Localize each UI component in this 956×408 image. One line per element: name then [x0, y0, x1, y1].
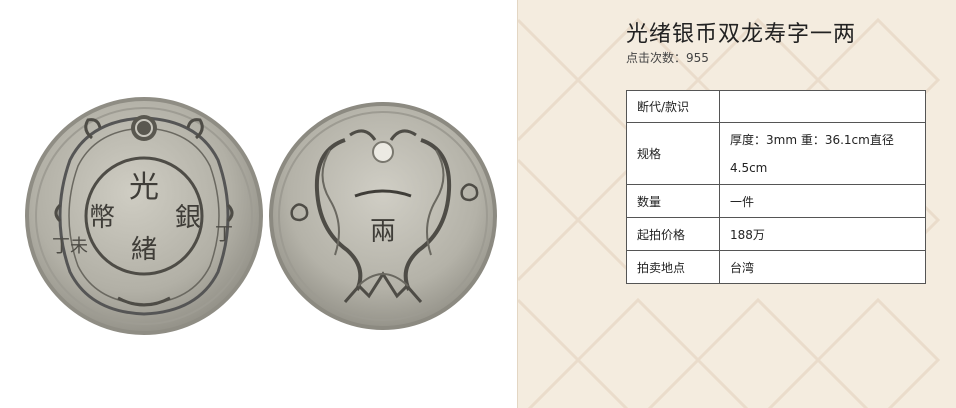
- coin-obverse: 光 銀 緒 幣 丁未 丁: [25, 97, 263, 335]
- coin-image-panel: 光 銀 緒 幣 丁未 丁 兩: [0, 0, 517, 408]
- spec-value: [719, 90, 926, 123]
- coin-char-left: 幣: [89, 203, 115, 233]
- coin-char-right: 銀: [175, 203, 201, 233]
- click-count-label: 点击次数：: [626, 51, 687, 65]
- spec-key: 规格: [626, 122, 720, 185]
- spec-key: 断代/款识: [626, 90, 720, 123]
- spec-value: 台湾: [719, 250, 926, 284]
- info-panel: 光绪银币双龙寿字一两 点击次数：955 断代/款识 规格 厚度：3mm 重：36…: [517, 0, 956, 408]
- click-count: 点击次数：955: [626, 49, 709, 66]
- spec-row: 数量 一件: [626, 184, 926, 218]
- spec-row: 规格 厚度：3mm 重：36.1cm直径4.5cm: [626, 122, 926, 185]
- spec-table: 断代/款识 规格 厚度：3mm 重：36.1cm直径4.5cm 数量 一件 起拍…: [626, 90, 926, 284]
- coin-char-bottom: 緒: [131, 235, 157, 265]
- spec-key: 数量: [626, 184, 720, 218]
- spec-row: 起拍价格 188万: [626, 217, 926, 251]
- spec-value: 一件: [719, 184, 926, 218]
- coin-reverse: 兩: [269, 102, 497, 330]
- coin-photo: 光 銀 緒 幣 丁未 丁 兩: [25, 97, 497, 335]
- spec-row: 断代/款识: [626, 90, 926, 123]
- spec-row: 拍卖地点 台湾: [626, 250, 926, 284]
- coin-side-right: 丁: [215, 224, 233, 245]
- item-title: 光绪银币双龙寿字一两: [626, 22, 857, 47]
- coin-side-left: 丁未: [52, 236, 88, 257]
- spec-value: 厚度：3mm 重：36.1cm直径4.5cm: [719, 122, 926, 185]
- click-count-value: 955: [686, 51, 709, 65]
- spec-key: 拍卖地点: [626, 250, 720, 284]
- spec-key: 起拍价格: [626, 217, 720, 251]
- coin-reverse-char: 兩: [370, 217, 396, 247]
- coin-char-top: 光: [129, 170, 159, 205]
- spec-value: 188万: [719, 217, 926, 251]
